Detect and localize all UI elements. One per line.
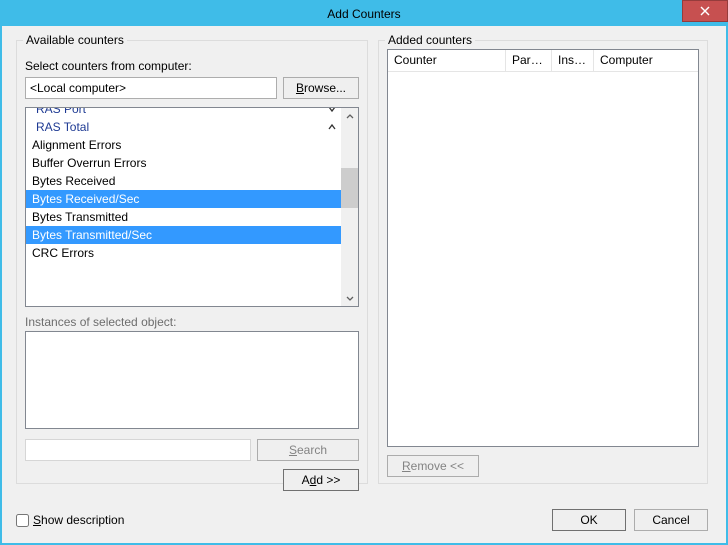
client-area: Available counters Select counters from …: [2, 26, 726, 543]
available-inner: Select counters from computer: Browse...…: [17, 55, 367, 483]
listview-column-header[interactable]: Counter: [388, 50, 506, 72]
computer-combo[interactable]: [25, 77, 277, 99]
counter-tree-scrollbar[interactable]: [341, 108, 358, 306]
browse-button[interactable]: Browse...: [283, 77, 359, 99]
counter-row[interactable]: Bytes Transmitted: [26, 208, 341, 226]
counter-row[interactable]: CRC Errors: [26, 244, 341, 262]
counter-row[interactable]: Alignment Errors: [26, 136, 341, 154]
listview-column-header[interactable]: Inst...: [552, 50, 594, 72]
chevron-up-icon[interactable]: [323, 118, 337, 136]
added-counters-listview[interactable]: CounterParentInst...Computer: [387, 49, 699, 447]
category-row[interactable]: RAS Total: [26, 118, 341, 136]
add-counters-window: Add Counters Available counters Select c…: [0, 0, 728, 545]
instances-label: Instances of selected object:: [25, 315, 176, 329]
available-counters-legend: Available counters: [23, 33, 127, 47]
show-description-checkbox[interactable]: Show description: [16, 513, 124, 527]
remove-button: Remove <<: [387, 455, 479, 477]
chevron-down-icon[interactable]: [323, 108, 337, 118]
counter-row[interactable]: Bytes Received/Sec: [26, 190, 341, 208]
added-counters-group: Added counters CounterParentInst...Compu…: [378, 40, 708, 484]
counter-row[interactable]: Bytes Received: [26, 172, 341, 190]
added-counters-legend: Added counters: [385, 33, 475, 47]
listview-column-header[interactable]: Parent: [506, 50, 552, 72]
counter-tree-viewport[interactable]: RAS PortRAS TotalAlignment ErrorsBuffer …: [26, 108, 341, 306]
close-button[interactable]: [682, 0, 728, 22]
chevron-up-icon: [346, 113, 354, 121]
listview-header: CounterParentInst...Computer: [388, 50, 698, 72]
available-counters-group: Available counters Select counters from …: [16, 40, 368, 484]
cancel-button[interactable]: Cancel: [634, 509, 708, 531]
scroll-thumb[interactable]: [341, 168, 358, 208]
window-title: Add Counters: [2, 7, 726, 21]
scroll-up-button[interactable]: [341, 108, 358, 125]
ok-button[interactable]: OK: [552, 509, 626, 531]
titlebar: Add Counters: [2, 2, 726, 26]
scroll-down-button[interactable]: [341, 289, 358, 306]
chevron-down-icon: [346, 294, 354, 302]
select-computer-label: Select counters from computer:: [25, 59, 192, 73]
add-button[interactable]: Add >>: [283, 469, 359, 491]
search-button[interactable]: Search: [257, 439, 359, 461]
counter-row[interactable]: Bytes Transmitted/Sec: [26, 226, 341, 244]
category-row[interactable]: RAS Port: [26, 108, 341, 118]
counter-row[interactable]: Buffer Overrun Errors: [26, 154, 341, 172]
listview-column-header[interactable]: Computer: [594, 50, 698, 72]
instance-filter-combo: [25, 439, 251, 461]
close-icon: [700, 6, 710, 16]
instances-listbox[interactable]: [25, 331, 359, 429]
show-description-input[interactable]: [16, 514, 29, 527]
counter-tree: RAS PortRAS TotalAlignment ErrorsBuffer …: [25, 107, 359, 307]
